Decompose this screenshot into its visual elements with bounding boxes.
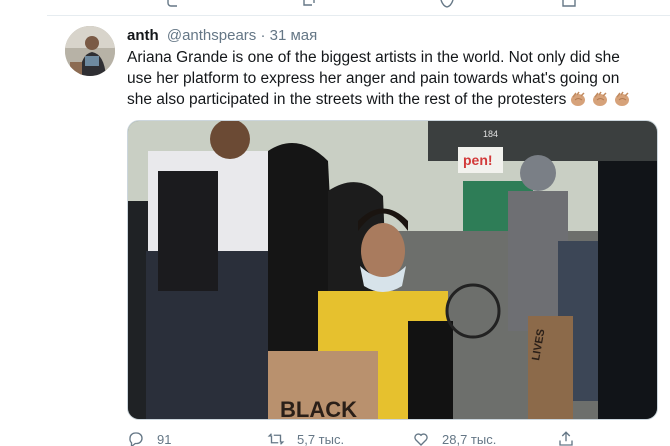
building-number: 184: [483, 129, 498, 139]
author-handle[interactable]: @anthspears: [167, 27, 256, 44]
tweet[interactable]: anth @anthspears · 31 мая Ariana Grande …: [47, 17, 670, 446]
previous-tweet-actions: [47, 0, 670, 16]
clapping-hands-emoji: [591, 91, 610, 107]
retweet-count: 5,7 тыс.: [297, 431, 345, 446]
reply-button[interactable]: 91: [127, 430, 171, 446]
storefront-sign-text: pen!: [463, 152, 493, 168]
share-button[interactable]: [557, 430, 587, 446]
tweet-actions: 91 5,7 тыс. 28,7 тыс.: [127, 430, 597, 446]
separator: ·: [260, 27, 266, 44]
author-name[interactable]: anth: [127, 27, 159, 44]
retweet-icon: [267, 430, 285, 446]
tweet-date[interactable]: 31 мая: [270, 27, 318, 44]
retweet-icon[interactable]: [302, 0, 316, 8]
tweet-photo[interactable]: 184 pen! BLACK LIVES: [127, 120, 658, 420]
like-count: 28,7 тыс.: [442, 431, 497, 446]
clapping-hands-emoji: [569, 91, 588, 107]
reply-icon[interactable]: [167, 0, 181, 8]
clapping-hands-emoji: [613, 91, 632, 107]
heart-icon: [412, 430, 430, 446]
like-button[interactable]: 28,7 тыс.: [412, 430, 496, 446]
avatar[interactable]: [65, 26, 115, 76]
share-icon[interactable]: [562, 0, 576, 8]
retweet-button[interactable]: 5,7 тыс.: [267, 430, 344, 446]
tweet-header: anth @anthspears · 31 мая: [127, 27, 317, 45]
protest-sign-text: BLACK: [280, 397, 357, 420]
tweet-body: Ariana Grande is one of the biggest arti…: [127, 49, 620, 108]
reply-count: 91: [157, 431, 172, 446]
share-icon: [557, 430, 575, 446]
heart-icon[interactable]: [440, 0, 454, 8]
tweet-text: Ariana Grande is one of the biggest arti…: [127, 47, 647, 110]
reply-icon: [127, 430, 145, 446]
